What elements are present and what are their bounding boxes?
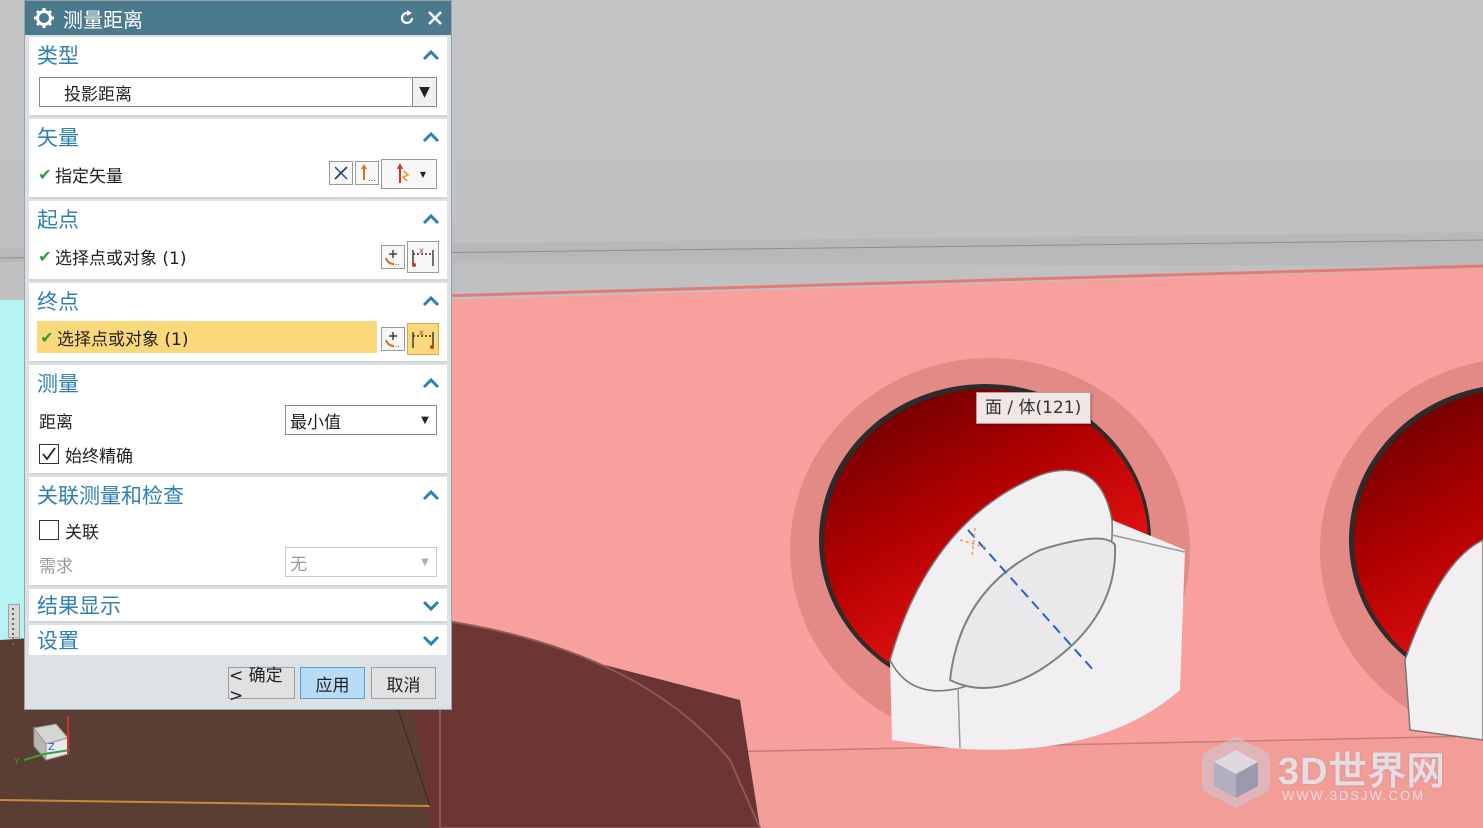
measure-points-icon: x (412, 246, 434, 267)
section-settings-label: 设置 (37, 629, 79, 653)
section-settings: 设置 (29, 625, 447, 657)
point-dialog-button[interactable]: .. (381, 327, 405, 351)
point-dialog-icon: .. (385, 332, 399, 348)
section-type-header[interactable]: 类型 (29, 37, 447, 73)
section-start-point: 起点 ✔ 选择点或对象 (1) .. x (29, 201, 447, 281)
dropdown-arrow-icon: ▼ (421, 414, 429, 426)
dropdown-arrow-icon: ▼ (421, 556, 429, 568)
expand-chevron-down-icon[interactable] (417, 591, 445, 619)
section-associative-label: 关联测量和检查 (37, 484, 184, 508)
watermark: 3D世界网 WWW.3DSJW.COM (1198, 734, 1468, 810)
svg-text:..: .. (395, 341, 399, 348)
coordinate-triad-icon: Z Y (13, 716, 71, 767)
vector-dialog-button[interactable]: ... (355, 161, 379, 185)
ok-button[interactable]: < 确定 > (228, 666, 295, 706)
associate-label: 关联 (65, 522, 99, 543)
requirement-select: 无 ▼ (285, 547, 437, 577)
watermark-title: 3D世界网 (1278, 751, 1446, 793)
watermark-url: WWW.3DSJW.COM (1282, 788, 1425, 803)
end-point-row[interactable]: ✔ 选择点或对象 (1) (37, 321, 377, 353)
section-results-header[interactable]: 结果显示 (29, 589, 447, 621)
dialog-title: 测量距离 (63, 7, 143, 32)
associate-row[interactable]: 关联 (29, 513, 447, 547)
checkmark-icon: ✔ (40, 327, 54, 347)
section-results-label: 结果显示 (37, 594, 121, 618)
collapse-chevron-up-icon[interactable] (417, 287, 445, 315)
vector-row-label: 指定矢量 (55, 166, 123, 187)
section-vector-header[interactable]: 矢量 (29, 119, 447, 155)
associate-checkbox[interactable] (39, 520, 59, 540)
svg-text:Z: Z (48, 742, 55, 753)
section-associative-header[interactable]: 关联测量和检查 (29, 477, 447, 513)
section-vector-label: 矢量 (37, 126, 79, 150)
selection-tooltip: 面 / 体(121) (976, 392, 1091, 424)
close-icon (428, 11, 442, 25)
inferred-vector-icon (396, 163, 410, 183)
type-select[interactable]: 投影距离 ▼ (39, 77, 437, 107)
section-results: 结果显示 (29, 589, 447, 623)
point-dialog-button[interactable]: .. (381, 245, 405, 269)
distance-select-value: 最小值 (290, 412, 341, 433)
always-accurate-label: 始终精确 (65, 446, 133, 467)
collapse-chevron-up-icon[interactable] (417, 205, 445, 233)
cube-logo-icon (1202, 736, 1270, 808)
vector-dialog-icon: ... (361, 164, 376, 182)
checkmark-icon: ✔ (38, 164, 52, 184)
distance-select[interactable]: 最小值 ▼ (285, 405, 437, 435)
section-end-point: 终点 ✔ 选择点或对象 (1) .. x (29, 283, 447, 363)
reset-button[interactable] (395, 6, 419, 30)
always-accurate-checkbox[interactable] (39, 444, 59, 464)
gear-icon[interactable] (33, 7, 55, 29)
measure-distance-dialog: 测量距离 类型 投影距离 ▼ 矢量 ✔ 指定矢量 ... ▼ 起点 ✔ 选择点或… (24, 0, 452, 710)
reset-icon (400, 10, 414, 25)
reverse-direction-icon (334, 166, 348, 180)
end-point-selector-button[interactable]: x (407, 323, 439, 355)
svg-text:Y: Y (13, 757, 20, 767)
collapse-chevron-up-icon[interactable] (417, 481, 445, 509)
measure-points-icon: x (412, 328, 434, 349)
dropdown-arrow-icon: ▼ (419, 169, 427, 179)
point-dialog-icon: .. (385, 250, 399, 266)
section-measure-header[interactable]: 测量 (29, 365, 447, 401)
checkmark-icon: ✔ (38, 246, 52, 266)
section-settings-header[interactable]: 设置 (29, 625, 447, 655)
section-associative: 关联测量和检查 关联 需求 无 ▼ (29, 477, 447, 587)
type-select-value: 投影距离 (64, 84, 132, 105)
svg-text:x: x (419, 246, 424, 255)
section-end-label: 终点 (37, 290, 79, 314)
section-type-label: 类型 (37, 44, 79, 68)
section-end-header[interactable]: 终点 (29, 283, 447, 319)
resize-grip[interactable] (8, 604, 20, 645)
always-accurate-row[interactable]: 始终精确 (29, 437, 447, 471)
section-start-header[interactable]: 起点 (29, 201, 447, 237)
end-point-row-label: 选择点或对象 (1) (57, 329, 189, 350)
requirement-label: 需求 (39, 556, 73, 577)
svg-text:x: x (419, 328, 424, 337)
inferred-vector-dropdown[interactable]: ▼ (381, 159, 437, 189)
cancel-button[interactable]: 取消 (371, 667, 436, 699)
svg-text:...: ... (368, 174, 376, 182)
collapse-chevron-up-icon[interactable] (417, 369, 445, 397)
svg-text:..: .. (395, 259, 399, 266)
section-vector: 矢量 ✔ 指定矢量 ... ▼ (29, 119, 447, 199)
dialog-footer: < 确定 > 应用 取消 (25, 655, 451, 709)
dialog-titlebar[interactable]: 测量距离 (25, 1, 451, 35)
section-type: 类型 投影距离 ▼ (29, 37, 447, 117)
checkmark-icon (42, 447, 56, 461)
section-measure-label: 测量 (37, 372, 79, 396)
collapse-chevron-up-icon[interactable] (417, 123, 445, 151)
distance-label: 距离 (39, 412, 73, 433)
close-button[interactable] (423, 6, 447, 30)
start-point-row-label: 选择点或对象 (1) (55, 248, 187, 269)
dropdown-arrow-icon: ▼ (412, 78, 436, 106)
section-measure: 测量 距离 最小值 ▼ 始终精确 (29, 365, 447, 475)
section-start-label: 起点 (37, 208, 79, 232)
start-point-selector-button[interactable]: x (407, 241, 439, 273)
expand-chevron-down-icon[interactable] (417, 626, 445, 654)
collapse-chevron-up-icon[interactable] (417, 41, 445, 69)
apply-button[interactable]: 应用 (300, 667, 365, 699)
reverse-direction-button[interactable] (329, 161, 353, 185)
requirement-select-value: 无 (290, 554, 307, 575)
